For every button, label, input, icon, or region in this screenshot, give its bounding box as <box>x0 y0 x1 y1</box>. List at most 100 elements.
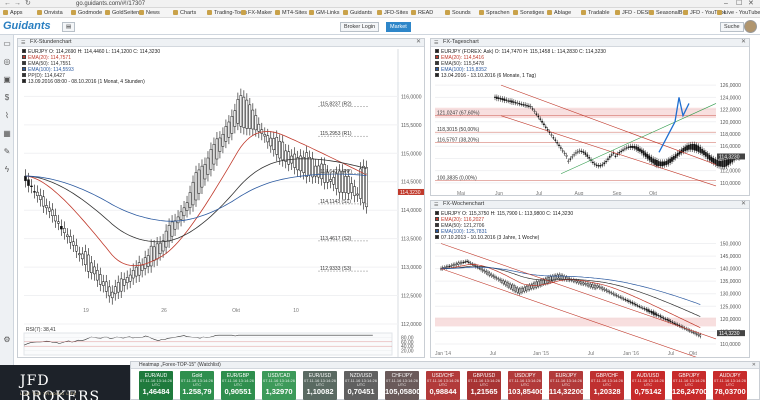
candle-body <box>699 334 702 337</box>
forward-icon[interactable]: → <box>14 0 21 8</box>
candle-body <box>554 139 557 141</box>
bookmark-item[interactable]: JFD-Sites <box>377 9 408 17</box>
minimize-button[interactable]: – <box>724 0 728 8</box>
candle-body <box>533 110 536 112</box>
bookmark-item[interactable]: READ <box>411 9 433 17</box>
heatmap-tile[interactable]: EUR/AUD 07.11.16 13:14:26 UTC 1,46484 <box>139 371 173 400</box>
candle-body <box>454 264 456 266</box>
y-tick-label: 113,0000 <box>401 265 422 271</box>
folder-icon <box>683 9 688 15</box>
candle-body <box>494 276 496 279</box>
dollar-icon[interactable]: $ <box>2 93 12 103</box>
guidants-logo[interactable]: Guidants <box>3 20 51 32</box>
heatmap-tile[interactable]: Gold 07.11.16 13:14:26 UTC 1.258,79 <box>180 371 214 400</box>
folder-icon <box>479 9 484 15</box>
heatmap-tile[interactable]: GBP/JPY 07.11.16 13:14:26 UTC 126,24700 <box>672 371 707 400</box>
candle-body <box>508 283 510 288</box>
bookmark-item[interactable]: Tradable <box>581 9 610 17</box>
gear-icon[interactable]: ⚙ <box>2 335 12 345</box>
candle-body <box>170 221 174 237</box>
reload-icon[interactable]: ↻ <box>25 0 31 8</box>
maximize-button[interactable]: ☐ <box>736 0 742 8</box>
candle-body <box>561 150 564 152</box>
weekly-chart-svg[interactable]: 150,0000 145,0000 140,0000 135,0000 130,0000… <box>431 201 750 358</box>
bookmark-item[interactable]: GoldSeiten <box>105 9 139 17</box>
folder-icon <box>581 9 586 15</box>
y-tick-label: 125,0000 <box>720 304 741 310</box>
bookmark-item[interactable]: JFD - DESK <box>615 9 652 17</box>
folder-icon <box>275 9 280 15</box>
bookmark-item[interactable]: Sprachen <box>479 9 510 17</box>
globe-icon[interactable]: ◎ <box>2 57 12 67</box>
candle-body <box>455 263 458 265</box>
candle-body <box>478 267 481 270</box>
heatmap-tile[interactable]: USD/CAD 07.11.16 13:14:26 UTC 1,32970 <box>262 371 296 400</box>
bookmark-item[interactable]: Sonstiges <box>513 9 544 17</box>
search-button[interactable]: Suche <box>720 22 744 32</box>
monitor-icon[interactable]: ▭ <box>2 39 12 49</box>
y-tick-label: 120,0000 <box>720 317 741 323</box>
heatmap-tile[interactable]: GBP/CHF 07.11.16 13:14:26 UTC 1,20328 <box>590 371 624 400</box>
heatmap-tile[interactable]: CHF/JPY 07.11.16 13:14:26 UTC 105,05800 <box>385 371 420 400</box>
bookmark-item[interactable]: Charts <box>173 9 196 17</box>
bookmark-label: Tradable <box>588 10 610 16</box>
y-tick-label: 112,5000 <box>401 294 422 300</box>
heatmap-tile[interactable]: USD/CHF 07.11.16 13:14:26 UTC 0,98844 <box>426 371 460 400</box>
daily-chart-svg[interactable]: 126,0000 124,0000 122,0000 120,0000 118,0000… <box>431 39 750 196</box>
candle-body <box>648 310 651 313</box>
bookmark-item[interactable]: GM-Links <box>309 9 340 17</box>
candle-body <box>629 145 632 148</box>
market-button[interactable]: Market <box>386 22 411 32</box>
candle-body <box>652 158 655 164</box>
pen-icon[interactable]: ✎ <box>2 147 12 157</box>
candle-body <box>541 120 543 123</box>
heatmap-tile[interactable]: NZD/USD 07.11.16 13:14:26 UTC 0,70451 <box>344 371 378 400</box>
candle-body <box>546 129 549 131</box>
bookmark-item[interactable]: Godmode <box>71 9 102 17</box>
tile-timestamp: 07.11.16 13:14:26 UTC <box>591 378 623 387</box>
bookmark-item[interactable]: News <box>139 9 160 17</box>
heatmap-title-text: Heatmap „Forex-TOP-15" (Watchlist) <box>139 362 221 368</box>
bolt-icon[interactable]: ϟ <box>2 165 12 175</box>
bookmark-item[interactable]: Ablage <box>547 9 571 17</box>
close-icon[interactable]: ✕ <box>752 362 756 368</box>
candle-body <box>586 154 589 157</box>
avatar[interactable] <box>744 20 757 33</box>
bookmark-item[interactable]: MT4-Sites <box>275 9 307 17</box>
candle-body <box>701 148 703 154</box>
chart-icon[interactable]: ⌇ <box>2 111 12 121</box>
bookmark-item[interactable]: Live - YouTube <box>717 9 760 17</box>
heatmap-tile[interactable]: AUD/JPY 07.11.16 13:14:26 UTC 78,03700 <box>713 371 747 400</box>
briefcase-icon[interactable]: ▣ <box>2 75 12 85</box>
candle-body <box>149 245 153 267</box>
back-icon[interactable]: ← <box>4 0 11 8</box>
candle-body <box>104 281 108 292</box>
candle-body <box>496 96 498 99</box>
fib-label: 116,5797 (38,20%) <box>437 138 479 144</box>
candle-body <box>631 145 634 148</box>
heatmap-tile[interactable]: EUR/JPY 07.11.16 13:14:26 UTC 114,32200 <box>549 371 584 400</box>
bookmark-item[interactable]: Sounds <box>445 9 471 17</box>
desktop-menu-button[interactable]: ▤ <box>62 22 76 32</box>
candle-body <box>212 144 216 165</box>
candle-body <box>692 332 695 334</box>
tile-value: 1,46484 <box>142 387 170 396</box>
bookmark-item[interactable]: Guidants <box>343 9 372 17</box>
close-window-button[interactable]: ✕ <box>748 0 754 8</box>
gift-icon[interactable]: ▦ <box>2 129 12 139</box>
url-field[interactable]: go.guidants.com/#!/17307 <box>76 0 145 8</box>
last-price-label: 114,3230 <box>719 154 740 160</box>
heatmap-tile[interactable]: AUD/USD 07.11.16 13:14:26 UTC 0,75142 <box>631 371 665 400</box>
heatmap-tile[interactable]: EUR/GBP 07.11.16 13:14:26 UTC 0,90551 <box>221 371 255 400</box>
last-price-label: 114,3230 <box>400 190 421 196</box>
bookmark-item[interactable]: FX-Maker <box>241 9 272 17</box>
bookmark-item[interactable]: Apps <box>3 9 23 17</box>
candle-body <box>185 202 189 211</box>
bookmark-item[interactable]: Onvista <box>37 9 63 17</box>
heatmap-tile[interactable]: GBP/USD 07.11.16 13:14:26 UTC 1,21565 <box>467 371 501 400</box>
heatmap-tile[interactable]: EUR/USD 07.11.16 13:14:26 UTC 1,10082 <box>303 371 337 400</box>
jfd-brokers-banner[interactable]: JFD BROKERS LIVE THE TRADING LIFE <box>0 365 130 400</box>
hourly-chart-svg[interactable]: 116,0000 115,5000 115,0000 114,5000 114,0000… <box>18 39 425 358</box>
broker-login-button[interactable]: Broker Login <box>340 22 380 32</box>
heatmap-tile[interactable]: USD/JPY 07.11.16 13:14:26 UTC 103,85400 <box>508 371 543 400</box>
